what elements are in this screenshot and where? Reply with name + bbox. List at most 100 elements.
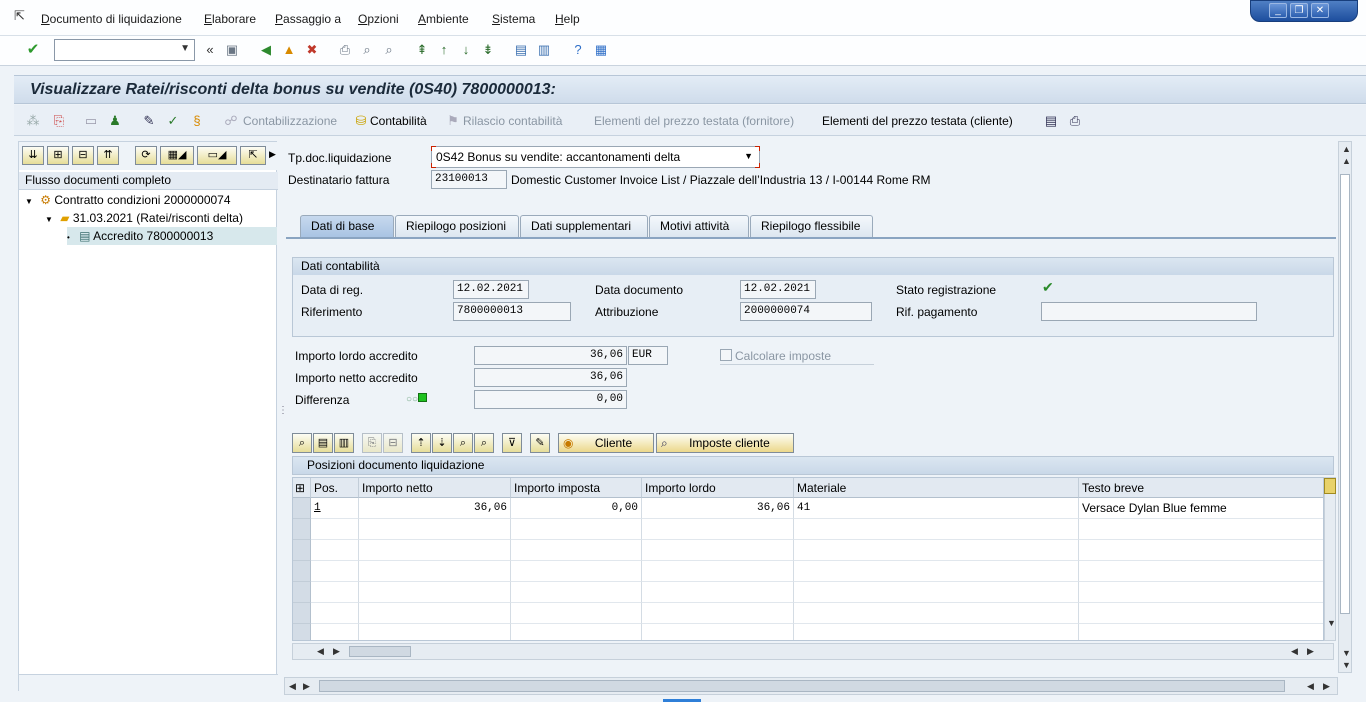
find-next-icon[interactable]: ⌕: [474, 433, 494, 453]
exit-icon[interactable]: ▲: [280, 41, 298, 59]
filter-icon[interactable]: ⊽: [502, 433, 522, 453]
scroll-down-icon[interactable]: ▼: [1327, 618, 1336, 628]
scroll-left-icon[interactable]: ◀: [317, 646, 324, 657]
shortcut-icon[interactable]: ▥: [535, 41, 553, 59]
empty-cell[interactable]: [359, 603, 511, 624]
expand-arrow-icon[interactable]: ▼: [25, 197, 33, 206]
empty-cell[interactable]: [511, 519, 642, 540]
chevron-down-icon[interactable]: ▼: [180, 43, 190, 54]
empty-cell[interactable]: [311, 624, 359, 640]
empty-cell[interactable]: [511, 582, 642, 603]
empty-cell[interactable]: [311, 519, 359, 540]
empty-cell[interactable]: [794, 540, 1079, 561]
empty-cell[interactable]: [511, 561, 642, 582]
empty-cell[interactable]: [1079, 561, 1323, 582]
menu-documento[interactable]: Documento di liquidazione: [41, 12, 182, 26]
scroll-thumb[interactable]: [349, 646, 411, 657]
new-session-icon[interactable]: ▤: [512, 41, 530, 59]
collapse-icon[interactable]: «: [201, 41, 219, 59]
refresh-icon[interactable]: ⟳: [135, 146, 157, 165]
empty-cell[interactable]: [1079, 540, 1323, 561]
empty-cell[interactable]: [642, 561, 794, 582]
list-icon[interactable]: ▤: [1042, 112, 1060, 130]
empty-cell[interactable]: [794, 561, 1079, 582]
layout-icon[interactable]: ▦: [592, 41, 610, 59]
details-icon[interactable]: ⌕: [292, 433, 312, 453]
column-config-icon[interactable]: [1324, 478, 1336, 494]
row-selector[interactable]: [293, 540, 311, 561]
next-page-icon[interactable]: ↓: [457, 41, 475, 59]
menu-opzioni[interactable]: Opzioni: [358, 12, 399, 26]
sort-desc-icon[interactable]: ⇣: [432, 433, 452, 453]
accounting-icon[interactable]: ⛁: [352, 112, 370, 130]
tab-dati-base[interactable]: Dati di base: [300, 215, 394, 237]
empty-cell[interactable]: [794, 519, 1079, 540]
view-menu-icon[interactable]: ▭◢: [197, 146, 237, 165]
tree-node-contract[interactable]: ▼ ⚙ Contratto condizioni 2000000074: [25, 191, 275, 209]
scroll-right-icon[interactable]: ▶: [1307, 646, 1314, 657]
scroll-left-icon[interactable]: ◀: [1307, 681, 1314, 692]
pointer-icon[interactable]: ⇱: [240, 146, 266, 165]
empty-cell[interactable]: [511, 603, 642, 624]
menu-elaborare[interactable]: Elaborare: [204, 12, 256, 26]
find-icon[interactable]: ⌕: [358, 41, 376, 59]
sort-asc-icon[interactable]: ⇡: [411, 433, 431, 453]
expand-arrow-icon[interactable]: ▼: [45, 215, 53, 224]
empty-cell[interactable]: [511, 624, 642, 640]
minimize-button[interactable]: _: [1269, 3, 1287, 18]
empty-cell[interactable]: [794, 624, 1079, 640]
col-testo[interactable]: Testo breve: [1079, 478, 1323, 498]
scroll-down-icon[interactable]: ▼: [1342, 660, 1351, 670]
imposte-cliente-button[interactable]: ⌕ Imposte cliente: [656, 433, 794, 453]
empty-cell[interactable]: [359, 624, 511, 640]
empty-cell[interactable]: [1079, 582, 1323, 603]
empty-cell[interactable]: [359, 519, 511, 540]
table-horizontal-scrollbar[interactable]: ◀ ▶ ◀ ▶: [292, 643, 1334, 660]
scroll-right-icon[interactable]: ▶: [1323, 681, 1330, 692]
scroll-right-icon[interactable]: ▶: [303, 681, 310, 692]
last-page-icon[interactable]: ⇟: [479, 41, 497, 59]
row-selector[interactable]: [293, 582, 311, 603]
enter-icon[interactable]: ✔: [24, 41, 42, 59]
empty-cell[interactable]: [642, 519, 794, 540]
scroll-right-icon[interactable]: ▶: [333, 646, 340, 657]
cliente-button[interactable]: ◉ Cliente: [558, 433, 654, 453]
chevron-down-icon[interactable]: ▼: [744, 151, 753, 161]
empty-cell[interactable]: [311, 561, 359, 582]
empty-cell[interactable]: [311, 603, 359, 624]
row-selector[interactable]: [293, 561, 311, 582]
person-icon[interactable]: ♟: [106, 112, 124, 130]
main-vertical-scrollbar[interactable]: ▲ ▲ ▼ ▼: [1338, 141, 1352, 673]
main-horizontal-scrollbar[interactable]: ◀ ▶ ◀ ▶: [284, 677, 1338, 695]
empty-cell[interactable]: [359, 582, 511, 603]
more-icon[interactable]: ▶: [269, 149, 276, 160]
menu-sistema[interactable]: Sistema: [492, 12, 535, 26]
empty-cell[interactable]: [311, 582, 359, 603]
settle-icon[interactable]: §: [188, 112, 206, 130]
display-doc-icon[interactable]: ⎘: [50, 112, 68, 130]
scroll-thumb[interactable]: [1340, 174, 1350, 614]
deselect-all-icon[interactable]: ▥: [334, 433, 354, 453]
empty-cell[interactable]: [642, 624, 794, 640]
empty-cell[interactable]: [642, 582, 794, 603]
back-icon[interactable]: ◀: [257, 41, 275, 59]
restore-button[interactable]: ❐: [1290, 3, 1308, 18]
row-selector[interactable]: [293, 519, 311, 540]
menu-ambiente[interactable]: Ambiente: [418, 12, 469, 26]
doc-info-icon[interactable]: ⎙: [1066, 112, 1084, 130]
empty-cell[interactable]: [511, 540, 642, 561]
empty-cell[interactable]: [794, 582, 1079, 603]
column-layout-icon[interactable]: ▦◢: [160, 146, 194, 165]
check-icon[interactable]: ✓: [164, 112, 182, 130]
select-all-icon[interactable]: ▤: [313, 433, 333, 453]
empty-cell[interactable]: [1079, 603, 1323, 624]
tree-node-settlement[interactable]: ▼ ▰ 31.03.2021 (Ratei/risconti delta): [45, 209, 275, 227]
col-netto[interactable]: Importo netto: [359, 478, 511, 498]
find-icon[interactable]: ⌕: [453, 433, 473, 453]
edit-icon[interactable]: ✎: [530, 433, 550, 453]
tpdoc-dropdown[interactable]: 0S42 Bonus su vendite: accantonamenti de…: [431, 146, 760, 168]
first-page-icon[interactable]: ⇞: [413, 41, 431, 59]
tree-node-credit[interactable]: • ▤ Accredito 7800000013: [67, 227, 277, 245]
tab-dati-supplementari[interactable]: Dati supplementari: [520, 215, 648, 237]
elem-cliente-button[interactable]: Elementi del prezzo testata (cliente): [822, 114, 1013, 128]
